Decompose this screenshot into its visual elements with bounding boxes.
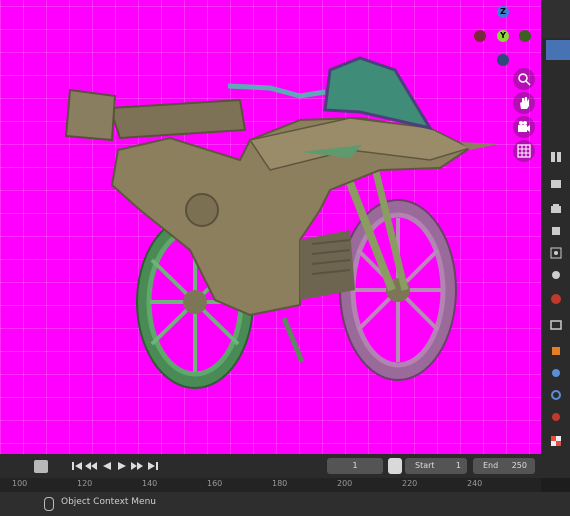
play-icon[interactable] [115,460,128,472]
gizmo-z-label: Z [500,7,506,16]
jump-keyframe-back-icon[interactable] [84,460,97,472]
tool-icon[interactable] [546,148,566,166]
handlebar [227,83,326,99]
world-icon[interactable] [546,266,566,284]
ruler-tick: 160 [207,479,223,488]
jump-end-icon[interactable] [146,460,159,472]
ruler-tick: 240 [467,479,483,488]
gizmo-y-label: Y [500,31,506,40]
physics-icon[interactable] [546,408,566,426]
auto-keying-button[interactable] [34,460,48,473]
gizmo-y-negative[interactable] [519,30,531,42]
end-value: 250 [511,461,527,470]
mouse-right-icon [44,497,54,511]
material-icon[interactable] [546,432,566,450]
outliner-selected-row[interactable] [546,40,570,60]
windshield [323,56,434,131]
front-wheel [339,199,457,381]
ruler-tick: 180 [272,479,288,488]
preview-range-toggle[interactable] [388,458,402,474]
jump-keyframe-forward-icon[interactable] [130,460,143,472]
start-label: Start [415,461,435,470]
current-frame-value: 1 [352,461,358,470]
gizmo-y-axis[interactable]: Y [497,30,509,42]
jump-start-icon[interactable] [70,460,83,472]
ruler-tick: 140 [142,479,158,488]
ruler-tick: 220 [402,479,418,488]
particles-icon[interactable] [546,386,566,404]
outliner-header [541,0,570,38]
kickstand [281,317,305,363]
gizmo-z-negative[interactable] [497,54,509,66]
pan-hand-icon[interactable] [513,92,535,114]
gizmo-x-negative[interactable] [474,30,486,42]
end-label: End [483,461,499,470]
output-icon[interactable] [546,200,566,218]
scene-icon[interactable] [546,244,566,262]
collection-icon[interactable] [546,316,566,334]
end-frame-field[interactable]: End 250 [473,458,535,474]
zoom-icon[interactable] [513,68,535,90]
ruler-tick: 120 [77,479,93,488]
license-plate [64,88,117,142]
modifier-icon[interactable] [546,364,566,382]
world-globe-icon[interactable] [546,290,566,308]
ruler-tick: 100 [12,479,28,488]
render-icon[interactable] [546,175,566,193]
camera-icon[interactable] [513,116,535,138]
start-value: 1 [455,461,461,470]
gizmo-z-axis[interactable]: Z [497,6,509,18]
object-icon[interactable] [546,342,566,360]
grid-perspective-icon[interactable] [513,140,535,162]
motorcycle-model[interactable] [0,0,541,454]
view-layer-icon[interactable] [546,222,566,240]
ruler-tick: 200 [337,479,353,488]
current-frame-field[interactable]: 1 [327,458,383,474]
play-reverse-icon[interactable] [100,460,113,472]
context-menu-hint: Object Context Menu [61,497,157,507]
3d-viewport[interactable]: Z Y [0,0,541,454]
start-frame-field[interactable]: Start 1 [405,458,467,474]
